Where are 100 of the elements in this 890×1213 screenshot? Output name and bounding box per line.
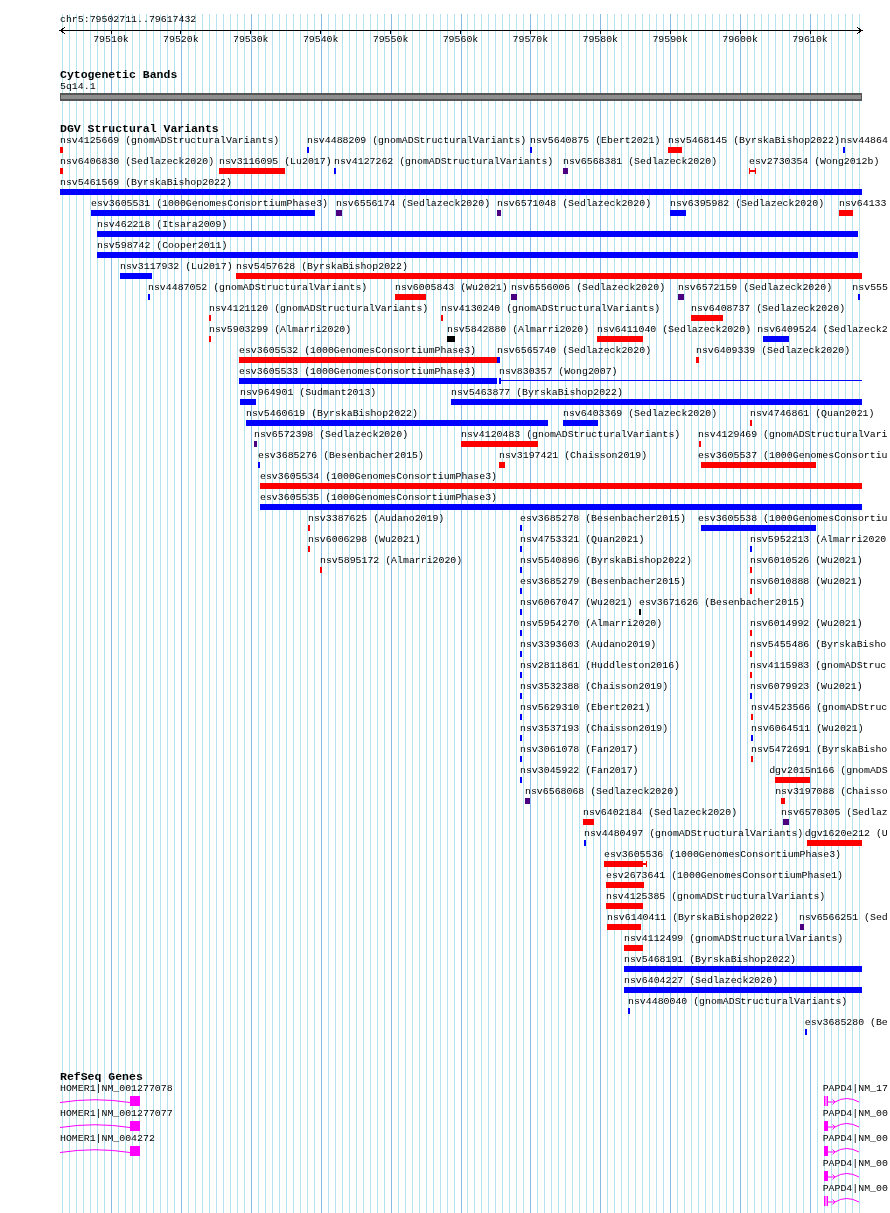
tick-label: 79590k (652, 34, 688, 46)
tick-label: 79560k (442, 34, 479, 46)
variant-label: nsv6568068 (Sedlazeck2020) (525, 786, 680, 797)
variant-label: nsv3061078 (Fan2017) (520, 744, 639, 755)
variant-label: esv3685276 (Besenbacher2015) (258, 450, 424, 461)
variant-label: nsv3117932 (Lu2017) (120, 261, 233, 272)
variant-label: nsv4753321 (Quan2021) (520, 534, 645, 545)
gene-model-icon[interactable] (60, 1146, 140, 1156)
variant-label: nsv4480497 (gnomADStructuralVariants) (584, 828, 804, 839)
variant-label: nsv6079923 (Wu2021) (750, 681, 863, 692)
variant-bar[interactable] (499, 378, 862, 384)
variant-label: nsv5460619 (ByrskaBishop2022) (246, 408, 418, 419)
variant-label: nsv4488209 (gnomADStructuralVariants) (307, 135, 527, 146)
gene-label: PAPD4|NM_00 (822, 1133, 888, 1144)
variant-label: nsv6411040 (Sedlazeck2020) (597, 324, 752, 335)
variant-label: nsv5468191 (ByrskaBishop2022) (624, 954, 796, 965)
variant-label: esv3605538 (1000GenomesConsortiu (697, 513, 888, 524)
variant-label: nsv5903299 (Almarri2020) (209, 324, 352, 335)
variant-label: nsv3387625 (Audano2019) (308, 513, 445, 524)
chromosome-band[interactable] (60, 93, 862, 101)
variant-label: nsv6403369 (Sedlazeck2020) (563, 408, 718, 419)
tick-label: 79610k (792, 34, 828, 46)
variant-label: nsv6067047 (Wu2021) (520, 597, 633, 608)
variant-label: nsv4120483 (gnomADStructuralVariants) (461, 429, 681, 440)
variant-label: nsv6556174 (Sedlazeck2020) (336, 198, 491, 209)
variant-label: nsv6406830 (Sedlazeck2020) (60, 156, 215, 167)
variant-label: nsv6572159 (Sedlazeck2020) (678, 282, 833, 293)
variant-label: nsv5457628 (ByrskaBishop2022) (236, 261, 408, 272)
variant-label: dgv1620e212 (U (804, 828, 888, 839)
variant-label: nsv4746861 (Quan2021) (750, 408, 875, 419)
track-title: Cytogenetic Bands (60, 68, 178, 81)
variant-label: nsv555 (852, 282, 888, 293)
gene-model-icon[interactable] (60, 1121, 140, 1131)
variant-label: nsv6005843 (Wu2021) (395, 282, 508, 293)
tick-label: 79570k (512, 34, 549, 46)
variant-label: nsv4115983 (gnomADStruc (750, 660, 887, 671)
variant-label: nsv6566251 (Sed (798, 912, 888, 923)
tick-label: 79540k (302, 34, 339, 46)
tick-label: 79550k (372, 34, 409, 46)
gene-model-icon[interactable] (824, 1121, 859, 1131)
variant-label: nsv6404227 (Sedlazeck2020) (624, 975, 779, 986)
gene-label: PAPD4|NM_00 (822, 1183, 888, 1194)
variant-label: nsv6556006 (Sedlazeck2020) (511, 282, 666, 293)
variant-label: nsv3045922 (Fan2017) (520, 765, 639, 776)
track-title: RefSeq Genes (60, 1071, 143, 1083)
variant-label: nsv5842880 (Almarri2020) (447, 324, 590, 335)
variant-label: nsv5895172 (Almarri2020) (320, 555, 463, 566)
variant-label: esv3605533 (1000GenomesConsortiumPhase3) (239, 366, 477, 377)
gene-model-icon[interactable] (824, 1196, 859, 1206)
gene-label: PAPD4|NM_17 (822, 1083, 888, 1094)
variant-label: nsv5540896 (ByrskaBishop2022) (520, 555, 692, 566)
variant-label: esv3605535 (1000GenomesConsortiumPhase3) (260, 492, 498, 503)
gene-label: PAPD4|NM_00 (822, 1108, 888, 1119)
variant-label: esv3671626 (Besenbacher2015) (639, 597, 805, 608)
variant-label: esv3685278 (Besenbacher2015) (520, 513, 686, 524)
variant-label: nsv44864 (840, 135, 888, 146)
variant-label: nsv3532388 (Chaisson2019) (520, 681, 669, 692)
variant-label: nsv6010526 (Wu2021) (750, 555, 863, 566)
variant-label: nsv4125385 (gnomADStructuralVariants) (606, 891, 826, 902)
variant-label: nsv6402184 (Sedlazeck2020) (583, 807, 738, 818)
variant-label: nsv3116095 (Lu2017) (219, 156, 332, 167)
variant-label: nsv5472691 (ByrskaBisho (751, 744, 888, 755)
tick-label: 79600k (722, 34, 758, 46)
region-label: chr5:79502711..79617432 (60, 14, 197, 26)
variant-label: nsv6409524 (Sedlazeck2 (757, 324, 888, 335)
variant-label: nsv2811861 (Huddleston2016) (520, 660, 680, 671)
variant-bar[interactable] (604, 861, 647, 867)
variant-label: nsv6010888 (Wu2021) (750, 576, 863, 587)
variant-label: nsv830357 (Wong2007) (499, 366, 618, 377)
variant-label: nsv6408737 (Sedlazeck2020) (691, 303, 846, 314)
variant-label: nsv5455486 (ByrskaBisho (750, 639, 887, 650)
variant-label: nsv6140411 (ByrskaBishop2022) (607, 912, 779, 923)
gene-model-icon[interactable] (824, 1096, 859, 1106)
variant-label: nsv4480040 (gnomADStructuralVariants) (628, 996, 848, 1007)
variant-label: nsv964901 (Sudmant2013) (240, 387, 377, 398)
gene-model-icon[interactable] (60, 1096, 140, 1106)
variant-label: nsv3197088 (Chaisso (775, 786, 888, 797)
tick-label: 79530k (232, 34, 269, 46)
variant-label: nsv6014992 (Wu2021) (750, 618, 863, 629)
variant-label: esv3605536 (1000GenomesConsortiumPhase3) (604, 849, 842, 860)
variant-label: esv3685280 (Be (804, 1017, 888, 1028)
variant-label: nsv5954270 (Almarri2020) (520, 618, 663, 629)
variant-label: nsv6395982 (Sedlazeck2020) (670, 198, 825, 209)
gene-model-icon[interactable] (824, 1171, 859, 1181)
variant-label: nsv6572398 (Sedlazeck2020) (254, 429, 409, 440)
track-title: DGV Structural Variants (60, 122, 219, 135)
band-label: 5q14.1 (60, 81, 96, 92)
variant-label: nsv598742 (Cooper2011) (97, 240, 228, 251)
variant-label: nsv3197421 (Chaisson2019) (499, 450, 648, 461)
variant-label: esv2730354 (Wong2012b) (749, 156, 880, 167)
variant-bar[interactable] (749, 168, 756, 174)
gene-model-icon[interactable] (824, 1146, 859, 1156)
gene-label: HOMER1|NM_001277078 (60, 1083, 173, 1094)
variant-label: nsv5463877 (ByrskaBishop2022) (451, 387, 623, 398)
variant-label: nsv4130240 (gnomADStructuralVariants) (441, 303, 661, 314)
variant-label: esv2673641 (1000GenomesConsortiumPhase1) (606, 870, 844, 881)
variant-label: nsv4127262 (gnomADStructuralVariants) (334, 156, 554, 167)
variant-label: nsv6571048 (Sedlazeck2020) (497, 198, 652, 209)
gene-label: HOMER1|NM_001277077 (60, 1108, 173, 1119)
variant-label: nsv4523566 (gnomADStruc (751, 702, 888, 713)
